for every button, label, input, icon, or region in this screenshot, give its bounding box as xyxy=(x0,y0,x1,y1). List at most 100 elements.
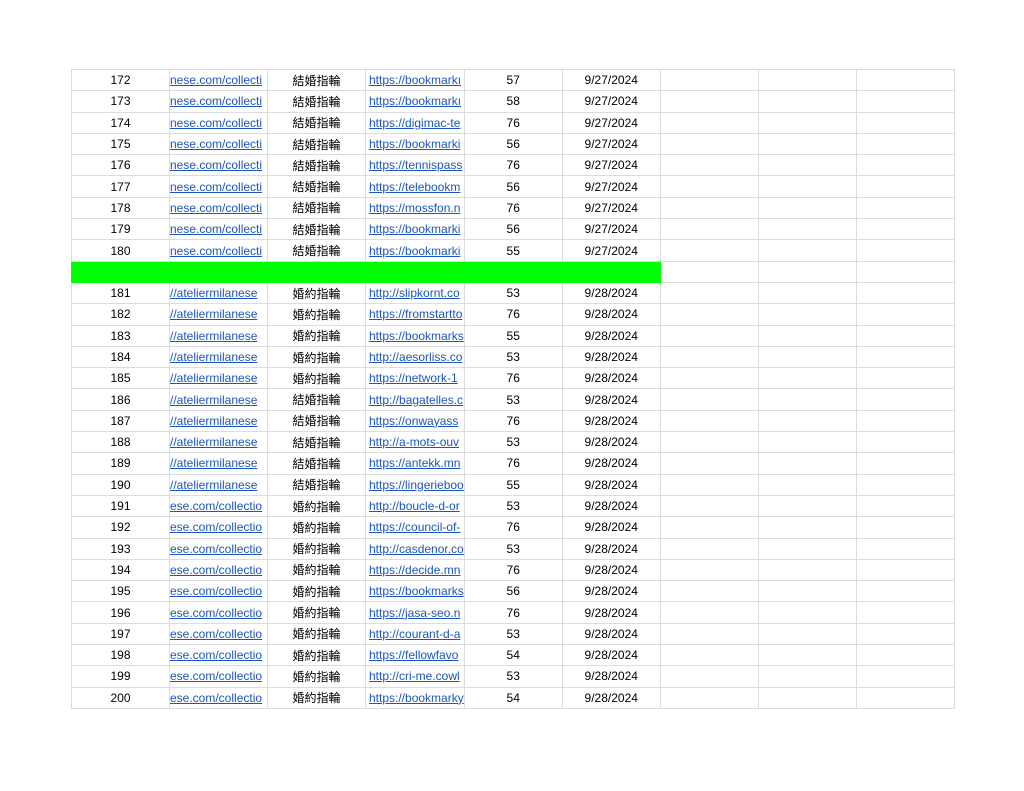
backlink-url-cell[interactable]: http://casdenor.co xyxy=(365,537,465,560)
target-url-cell-link[interactable]: ese.com/collectio xyxy=(171,627,267,641)
keyword-cell[interactable]: 結婚指輪 xyxy=(267,473,366,496)
backlink-url-cell[interactable]: https://bookmarki xyxy=(365,132,465,156)
backlink-url-cell[interactable]: https://bookmarks xyxy=(365,324,465,347)
backlink-url-cell[interactable]: https://telebookm xyxy=(365,175,465,198)
empty-cell[interactable] xyxy=(659,473,759,496)
empty-cell[interactable] xyxy=(757,239,857,262)
date-cell[interactable]: 9/27/2024 xyxy=(561,196,661,220)
backlink-url-cell[interactable]: http://aesorliss.co xyxy=(365,345,465,369)
backlink-url-cell-link[interactable]: https://antekk.mn xyxy=(366,456,463,470)
score-cell[interactable]: 53 xyxy=(463,622,563,646)
backlink-url-cell[interactable]: https://bookmarki xyxy=(365,218,465,241)
target-url-cell-link[interactable]: nese.com/collecti xyxy=(171,201,267,215)
date-cell[interactable]: 9/28/2024 xyxy=(561,494,661,518)
target-url-cell-link[interactable]: ese.com/collectio xyxy=(171,563,267,577)
row-number-cell[interactable]: 177 xyxy=(71,175,170,198)
row-number-cell[interactable]: 182 xyxy=(71,303,170,326)
backlink-url-cell[interactable]: https://lingerieboo xyxy=(365,473,465,496)
row-number-cell[interactable]: 183 xyxy=(71,324,170,347)
empty-cell[interactable] xyxy=(855,218,955,241)
empty-cell[interactable] xyxy=(659,132,759,156)
target-url-cell[interactable]: ese.com/collectio xyxy=(169,601,268,624)
backlink-url-cell-link[interactable]: http://aesorliss.co xyxy=(366,350,463,364)
empty-cell[interactable] xyxy=(757,218,857,241)
empty-cell[interactable] xyxy=(855,431,955,454)
empty-cell[interactable] xyxy=(757,196,857,220)
empty-cell[interactable] xyxy=(659,303,759,326)
target-url-cell-link[interactable]: ese.com/collectio xyxy=(171,669,267,683)
backlink-url-cell-link[interactable]: http://cri-me.cowl xyxy=(366,669,463,683)
date-cell[interactable]: 9/27/2024 xyxy=(561,132,661,156)
row-number-cell[interactable]: 185 xyxy=(71,367,170,390)
empty-cell[interactable] xyxy=(855,345,955,369)
score-cell[interactable]: 54 xyxy=(463,686,563,709)
empty-cell[interactable] xyxy=(757,90,857,113)
score-cell[interactable]: 76 xyxy=(463,601,563,624)
keyword-cell[interactable]: 結婚指輪 xyxy=(267,68,366,92)
empty-cell[interactable] xyxy=(659,324,759,347)
backlink-url-cell[interactable]: http://bagatelles.c xyxy=(365,388,465,411)
date-cell[interactable]: 9/28/2024 xyxy=(561,281,661,305)
score-cell[interactable]: 56 xyxy=(463,218,563,241)
empty-cell[interactable] xyxy=(855,644,955,667)
keyword-cell[interactable]: 婚約指輪 xyxy=(267,622,366,646)
target-url-cell-link[interactable]: nese.com/collecti xyxy=(171,137,267,151)
backlink-url-cell-link[interactable]: https://network-1 xyxy=(366,371,463,385)
backlink-url-cell-link[interactable]: http://bagatelles.c xyxy=(366,393,463,407)
empty-cell[interactable] xyxy=(757,558,857,582)
empty-cell[interactable] xyxy=(757,388,857,411)
keyword-cell[interactable]: 婚約指輪 xyxy=(267,345,366,369)
backlink-url-cell[interactable]: https://decide.mn xyxy=(365,558,465,582)
empty-cell[interactable] xyxy=(855,260,955,283)
score-cell[interactable]: 54 xyxy=(463,644,563,667)
target-url-cell[interactable]: ese.com/collectio xyxy=(169,558,268,582)
date-cell[interactable]: 9/28/2024 xyxy=(561,537,661,560)
score-cell[interactable]: 76 xyxy=(463,367,563,390)
date-cell[interactable]: 9/27/2024 xyxy=(561,239,661,262)
target-url-cell[interactable]: //ateliermilanese xyxy=(169,281,268,305)
backlink-url-cell-link[interactable]: https://lingerieboo xyxy=(366,478,463,492)
row-number-cell[interactable]: 173 xyxy=(71,90,170,113)
backlink-url-cell-link[interactable]: https://decide.mn xyxy=(366,563,463,577)
backlink-url-cell-link[interactable]: https://digimac-te xyxy=(366,116,463,130)
backlink-url-cell-link[interactable]: https://bookmarkı xyxy=(366,73,463,87)
empty-cell[interactable] xyxy=(855,90,955,113)
empty-cell[interactable] xyxy=(757,303,857,326)
row-number-cell[interactable]: 179 xyxy=(71,218,170,241)
target-url-cell[interactable]: //ateliermilanese xyxy=(169,324,268,347)
backlink-url-cell-link[interactable]: https://bookmarks xyxy=(366,329,463,343)
target-url-cell-link[interactable]: nese.com/collecti xyxy=(171,222,267,236)
backlink-url-cell[interactable]: https://antekk.mn xyxy=(365,452,465,475)
empty-cell[interactable] xyxy=(659,218,759,241)
score-cell[interactable]: 76 xyxy=(463,303,563,326)
row-number-cell[interactable]: 189 xyxy=(71,452,170,475)
empty-cell[interactable] xyxy=(855,558,955,582)
keyword-cell[interactable]: 婚約指輪 xyxy=(267,303,366,326)
keyword-cell[interactable]: 結婚指輪 xyxy=(267,218,366,241)
backlink-url-cell-link[interactable]: http://courant-d-a xyxy=(366,627,463,641)
row-number-cell[interactable]: 197 xyxy=(71,622,170,646)
backlink-url-cell-link[interactable]: https://fellowfavo xyxy=(366,648,463,662)
empty-cell[interactable] xyxy=(659,388,759,411)
date-cell[interactable]: 9/27/2024 xyxy=(561,175,661,198)
backlink-url-cell-link[interactable]: https://onwayass xyxy=(366,414,463,428)
empty-cell[interactable] xyxy=(659,494,759,518)
keyword-cell[interactable]: 結婚指輪 xyxy=(267,388,366,411)
target-url-cell[interactable]: ese.com/collectio xyxy=(169,665,268,688)
empty-cell[interactable] xyxy=(855,175,955,198)
empty-cell[interactable] xyxy=(855,537,955,560)
target-url-cell-link[interactable]: //ateliermilanese xyxy=(171,456,267,470)
score-cell[interactable]: 53 xyxy=(463,537,563,560)
backlink-url-cell[interactable]: https://bookmarkı xyxy=(365,68,465,92)
score-cell[interactable]: 76 xyxy=(463,558,563,582)
date-cell[interactable]: 9/28/2024 xyxy=(561,324,661,347)
row-number-cell[interactable]: 191 xyxy=(71,494,170,518)
highlighted-cell[interactable] xyxy=(561,260,661,283)
row-number-cell[interactable]: 187 xyxy=(71,409,170,433)
backlink-url-cell-link[interactable]: https://bookmarkı xyxy=(366,94,463,108)
keyword-cell[interactable]: 結婚指輪 xyxy=(267,431,366,454)
score-cell[interactable]: 55 xyxy=(463,473,563,496)
backlink-url-cell[interactable]: https://bookmarki xyxy=(365,239,465,262)
keyword-cell[interactable]: 婚約指輪 xyxy=(267,665,366,688)
date-cell[interactable]: 9/28/2024 xyxy=(561,665,661,688)
